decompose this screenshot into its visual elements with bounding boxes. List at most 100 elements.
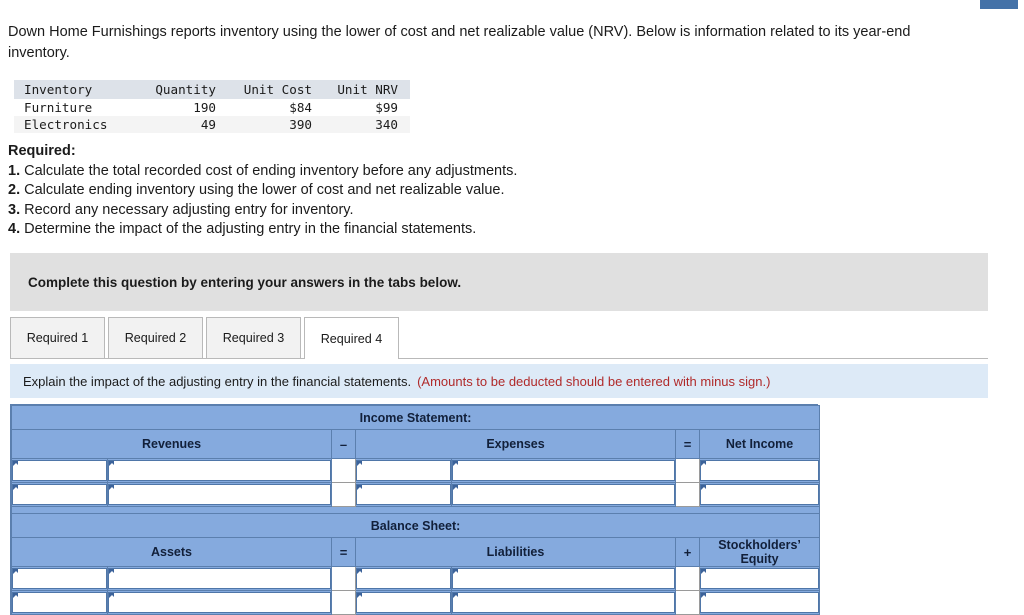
cell-liability-value-1[interactable] <box>451 566 676 591</box>
column-header-net-income: Net Income <box>698 429 821 459</box>
income-statement-input-row-2 <box>11 482 821 507</box>
input-revenue-label-2[interactable] <box>12 484 107 505</box>
input-asset-value-2[interactable] <box>108 592 331 613</box>
required-item-4-number: 4. <box>8 221 21 237</box>
required-item-3: 3. Record any necessary adjusting entry … <box>8 201 517 221</box>
column-header-inventory: Inventory <box>14 80 136 99</box>
column-header-unit-nrv: Unit NRV <box>324 80 410 99</box>
column-header-liabilities: Liabilities <box>355 537 676 567</box>
tab-required-1[interactable]: Required 1 <box>10 317 105 358</box>
operator-minus-icon: – <box>331 429 356 459</box>
input-equity-2[interactable] <box>700 592 820 613</box>
input-net-income-1[interactable] <box>700 460 820 481</box>
cell-operator-equals-bs-1 <box>331 566 356 591</box>
input-liability-label-1[interactable] <box>356 568 451 589</box>
input-revenue-value-2[interactable] <box>108 484 331 505</box>
input-revenue-label-1[interactable] <box>12 460 107 481</box>
balance-sheet-title-row: Balance Sheet: <box>10 513 821 538</box>
cell-operator-equals-1 <box>675 458 700 483</box>
cell-net-income-2[interactable] <box>698 482 821 507</box>
cell-asset-value-1[interactable] <box>107 566 332 591</box>
cell-net-income-1[interactable] <box>698 458 821 483</box>
cell-asset-label-2[interactable] <box>11 590 108 615</box>
answer-grid: Income Statement: Revenues – Expenses = … <box>10 404 821 615</box>
operator-equals-icon: = <box>331 537 356 567</box>
equity-header-line-1: Stockholders’ <box>718 538 801 552</box>
cell-inventory-electronics: Electronics <box>14 116 136 133</box>
required-item-2-text: Calculate ending inventory using the low… <box>24 182 505 198</box>
input-liability-value-2[interactable] <box>452 592 675 613</box>
cell-expense-label-2[interactable] <box>355 482 452 507</box>
instruction-banner: Complete this question by entering your … <box>10 253 988 311</box>
required-item-4: 4. Determine the impact of the adjusting… <box>8 220 517 240</box>
cell-operator-minus-2 <box>331 482 356 507</box>
column-header-assets: Assets <box>11 537 332 567</box>
top-right-marker <box>980 0 1018 9</box>
tab-bar: Required 1 Required 2 Required 3 Require… <box>10 317 988 359</box>
tab-required-3[interactable]: Required 3 <box>206 317 301 358</box>
tab-required-2[interactable]: Required 2 <box>108 317 203 358</box>
sub-instruction-banner: Explain the impact of the adjusting entr… <box>10 364 988 398</box>
cell-unit-cost-electronics: 390 <box>228 116 324 133</box>
cell-operator-equals-bs-2 <box>331 590 356 615</box>
input-expense-label-2[interactable] <box>356 484 451 505</box>
cell-liability-label-1[interactable] <box>355 566 452 591</box>
input-revenue-value-1[interactable] <box>108 460 331 481</box>
required-item-1: 1. Calculate the total recorded cost of … <box>8 162 517 182</box>
input-liability-value-1[interactable] <box>452 568 675 589</box>
income-statement-title: Income Statement: <box>10 405 821 430</box>
cell-revenue-value-1[interactable] <box>107 458 332 483</box>
tab-required-4[interactable]: Required 4 <box>304 317 399 359</box>
input-asset-label-1[interactable] <box>12 568 107 589</box>
cell-revenue-label-1[interactable] <box>11 458 108 483</box>
tab-required-4-label: Required 4 <box>320 331 383 346</box>
cell-liability-value-2[interactable] <box>451 590 676 615</box>
required-item-1-text: Calculate the total recorded cost of end… <box>24 162 518 179</box>
cell-expense-label-1[interactable] <box>355 458 452 483</box>
cell-quantity-furniture: 190 <box>136 99 228 116</box>
cell-unit-nrv-furniture: $99 <box>324 99 410 116</box>
instruction-banner-text: Complete this question by entering your … <box>28 274 462 290</box>
input-expense-value-2[interactable] <box>452 484 675 505</box>
cell-asset-value-2[interactable] <box>107 590 332 615</box>
column-header-unit-cost: Unit Cost <box>228 80 324 99</box>
cell-expense-value-1[interactable] <box>451 458 676 483</box>
cell-revenue-label-2[interactable] <box>11 482 108 507</box>
required-heading: Required: <box>8 143 76 159</box>
input-expense-value-1[interactable] <box>452 460 675 481</box>
cell-equity-2[interactable] <box>698 590 821 615</box>
cell-inventory-furniture: Furniture <box>14 99 136 116</box>
input-equity-1[interactable] <box>700 568 820 589</box>
income-statement-header-row: Revenues – Expenses = Net Income <box>11 429 821 459</box>
equity-header-line-2: Equity <box>740 552 779 566</box>
sub-instruction-text: Explain the impact of the adjusting entr… <box>23 373 412 389</box>
cell-revenue-value-2[interactable] <box>107 482 332 507</box>
sub-instruction-note: (Amounts to be deducted should be entere… <box>417 373 771 389</box>
intro-paragraph: Down Home Furnishings reports inventory … <box>8 24 911 61</box>
table-row: Furniture 190 $84 $99 <box>14 99 410 116</box>
input-asset-value-1[interactable] <box>108 568 331 589</box>
cell-asset-label-1[interactable] <box>11 566 108 591</box>
required-item-2-number: 2. <box>8 182 21 198</box>
input-net-income-2[interactable] <box>700 484 820 505</box>
tab-required-2-label: Required 2 <box>124 331 187 345</box>
required-item-4-text: Determine the impact of the adjusting en… <box>24 221 477 237</box>
cell-operator-minus-1 <box>331 458 356 483</box>
inventory-table-header-row: Inventory Quantity Unit Cost Unit NRV <box>14 80 410 99</box>
cell-liability-label-2[interactable] <box>355 590 452 615</box>
cell-equity-1[interactable] <box>698 566 821 591</box>
column-header-expenses: Expenses <box>355 429 676 459</box>
balance-sheet-header-row: Assets = Liabilities + Stockholders’ Equ… <box>11 537 821 567</box>
input-expense-label-1[interactable] <box>356 460 451 481</box>
balance-sheet-title: Balance Sheet: <box>10 513 821 538</box>
input-asset-label-2[interactable] <box>12 592 107 613</box>
required-section: Required: 1. Calculate the total recorde… <box>8 142 517 240</box>
cell-expense-value-2[interactable] <box>451 482 676 507</box>
input-liability-label-2[interactable] <box>356 592 451 613</box>
grid-separator-row <box>10 506 821 514</box>
balance-sheet-input-row-1 <box>11 566 821 591</box>
cell-quantity-electronics: 49 <box>136 116 228 133</box>
balance-sheet-input-row-2 <box>11 590 821 615</box>
required-item-3-number: 3. <box>8 201 21 218</box>
operator-plus-icon: + <box>675 537 700 567</box>
